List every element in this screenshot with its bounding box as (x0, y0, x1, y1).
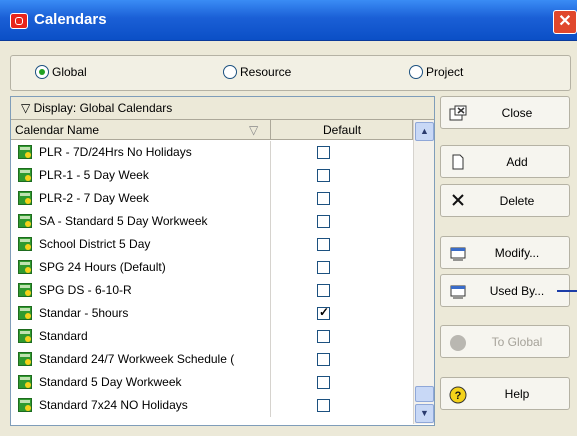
calendar-grid: ▽ Display: Global Calendars Calendar Nam… (10, 96, 435, 426)
help-icon: ? (449, 386, 467, 404)
help-button-label: Help (504, 387, 530, 401)
default-checkbox[interactable] (317, 399, 330, 412)
calendar-name: Standard 7x24 NO Holidays (39, 398, 188, 412)
table-row[interactable]: PLR-1 - 5 Day Week (11, 164, 411, 187)
calendar-icon (18, 352, 32, 366)
to-global-icon (449, 334, 467, 351)
column-header-name-label: Calendar Name (15, 123, 100, 137)
table-row[interactable]: Standar - 5hours (11, 302, 411, 325)
calendar-icon (18, 237, 32, 251)
scroll-up-icon[interactable]: ▲ (415, 122, 434, 141)
radio-resource-dot[interactable] (223, 65, 237, 79)
default-checkbox[interactable] (317, 169, 330, 182)
close-button-label: Close (501, 106, 533, 120)
calendar-icon (18, 168, 32, 182)
calendar-icon (18, 260, 32, 274)
calendar-name: Standard 5 Day Workweek (39, 375, 182, 389)
calendar-icon (18, 283, 32, 297)
default-checkbox[interactable] (317, 353, 330, 366)
used-by-connector-line (557, 290, 577, 292)
calendar-icon (18, 398, 32, 412)
table-row[interactable]: PLR-2 - 7 Day Week (11, 187, 411, 210)
calendar-name: Standar - 5hours (39, 306, 129, 320)
default-checkbox[interactable] (317, 192, 330, 205)
table-row[interactable]: PLR - 7D/24Hrs No Holidays (11, 141, 411, 164)
calendar-name: SPG 24 Hours (Default) (39, 260, 166, 274)
svg-text:?: ? (455, 390, 462, 402)
calendar-name: Standard 24/7 Workweek Schedule ( (39, 352, 235, 366)
calendar-name: PLR - 7D/24Hrs No Holidays (39, 145, 192, 159)
radio-global-label: Global (52, 65, 87, 79)
to-global-button-label: To Global (491, 335, 543, 349)
calendar-icon (18, 375, 32, 389)
scroll-thumb[interactable] (415, 386, 434, 402)
radio-project[interactable]: Project (409, 65, 463, 79)
delete-button-label: Delete (499, 194, 535, 208)
table-row[interactable]: Standard (11, 325, 411, 348)
to-global-button[interactable]: To Global (440, 325, 570, 358)
radio-project-dot[interactable] (409, 65, 423, 79)
add-button-label: Add (506, 155, 528, 169)
table-row[interactable]: Standard 7x24 NO Holidays (11, 394, 411, 417)
delete-x-icon (449, 193, 467, 209)
calendar-name: School District 5 Day (39, 237, 151, 251)
calendar-name: SPG DS - 6-10-R (39, 283, 132, 297)
help-button[interactable]: ? Help (440, 377, 570, 410)
sort-icon: ▽ (249, 123, 259, 137)
default-checkbox[interactable] (317, 330, 330, 343)
default-checkbox[interactable] (317, 376, 330, 389)
table-row[interactable]: SA - Standard 5 Day Workweek (11, 210, 411, 233)
window-close-button[interactable]: ✕ (553, 10, 577, 34)
table-row[interactable]: Standard 5 Day Workweek (11, 371, 411, 394)
radio-global-dot[interactable] (35, 65, 49, 79)
calendar-name: SA - Standard 5 Day Workweek (39, 214, 208, 228)
used-by-icon (449, 283, 467, 299)
radio-resource[interactable]: Resource (223, 65, 291, 79)
calendar-icon (18, 145, 32, 159)
close-window-icon (449, 105, 467, 121)
default-checkbox[interactable] (317, 284, 330, 297)
column-header-default[interactable]: Default (271, 120, 413, 140)
default-checkbox[interactable] (317, 215, 330, 228)
column-header-name[interactable]: Calendar Name ▽ (11, 120, 271, 140)
default-checkbox[interactable] (317, 261, 330, 274)
display-filter-label: ▽ Display: Global Calendars (21, 101, 173, 115)
modify-button[interactable]: Modify... (440, 236, 570, 269)
delete-button[interactable]: Delete (440, 184, 570, 217)
calendar-name: Standard (39, 329, 88, 343)
table-row[interactable]: Standard 24/7 Workweek Schedule ( (11, 348, 411, 371)
modify-button-label: Modify... (494, 246, 540, 260)
calendar-icon (18, 329, 32, 343)
display-filter[interactable]: ▽ Display: Global Calendars (11, 97, 434, 120)
radio-project-label: Project (426, 65, 464, 79)
title-bar: Calendars ✕ (0, 0, 577, 41)
used-by-button[interactable]: Used By... (440, 274, 570, 307)
close-button[interactable]: Close (440, 96, 570, 129)
default-checkbox[interactable] (317, 146, 330, 159)
calendar-name: PLR-1 - 5 Day Week (39, 168, 149, 182)
scroll-down-icon[interactable]: ▼ (415, 404, 434, 423)
calendar-icon (18, 191, 32, 205)
app-icon (10, 13, 28, 29)
used-by-button-label: Used By... (489, 284, 545, 298)
display-filter-text: Display: Global Calendars (33, 101, 173, 115)
column-header-default-label: Default (323, 123, 362, 137)
table-row[interactable]: SPG 24 Hours (Default) (11, 256, 411, 279)
default-checkbox[interactable] (317, 238, 330, 251)
scope-selector: Global Resource Project (10, 55, 571, 91)
modify-calendar-icon (449, 245, 467, 261)
radio-resource-label: Resource (240, 65, 292, 79)
calendar-name: PLR-2 - 7 Day Week (39, 191, 149, 205)
new-document-icon (449, 154, 467, 170)
calendar-rows: PLR - 7D/24Hrs No Holidays PLR-1 - 5 Day… (11, 141, 411, 417)
vertical-scrollbar[interactable]: ▲ ▼ (413, 120, 434, 424)
calendar-icon (18, 214, 32, 228)
table-row[interactable]: SPG DS - 6-10-R (11, 279, 411, 302)
calendar-icon (18, 306, 32, 320)
add-button[interactable]: Add (440, 145, 570, 178)
default-checkbox[interactable] (317, 305, 330, 320)
radio-global[interactable]: Global (35, 65, 87, 79)
table-row[interactable]: School District 5 Day (11, 233, 411, 256)
window-title: Calendars (34, 11, 107, 28)
